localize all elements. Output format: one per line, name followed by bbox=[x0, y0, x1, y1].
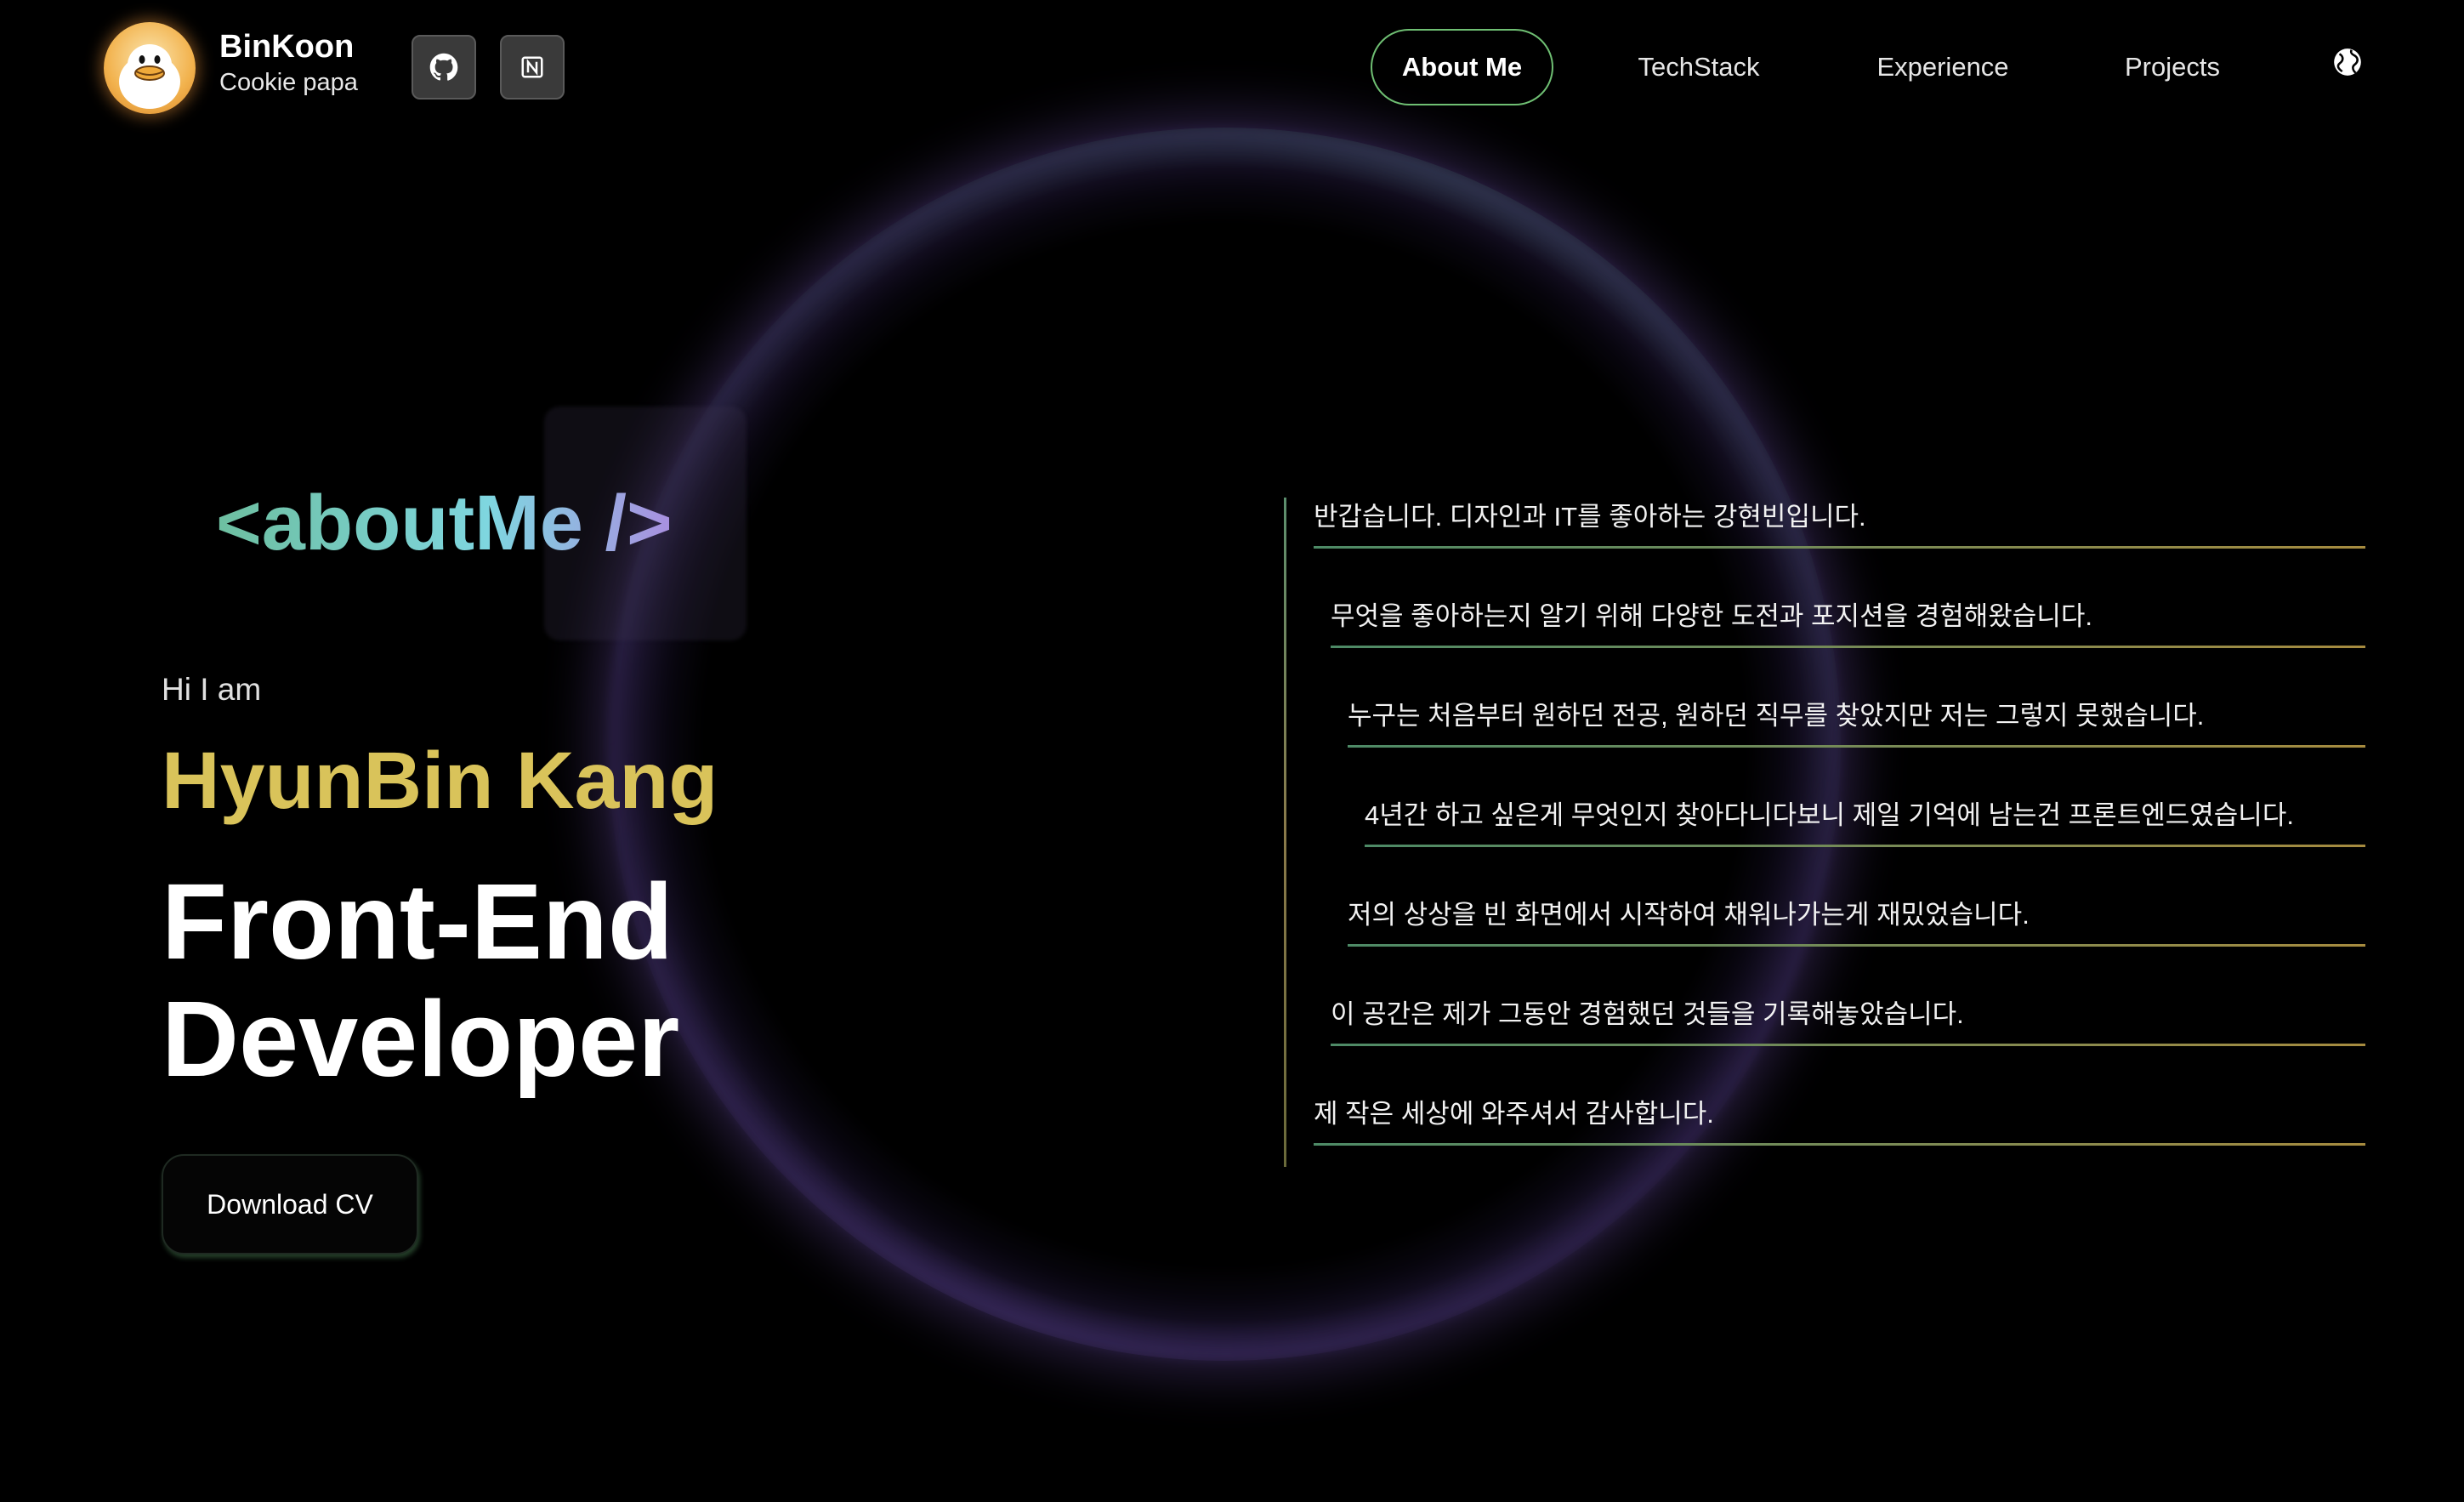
intro-line: 4년간 하고 싶은게 무엇인지 찾아다니다보니 제일 기억에 남는건 프론트엔드… bbox=[1365, 800, 2294, 830]
intro-underline bbox=[1314, 546, 2365, 549]
role-line-1: Front-End bbox=[162, 862, 673, 981]
intro-underline bbox=[1348, 745, 2365, 748]
notion-link-button[interactable] bbox=[500, 35, 565, 100]
nav-projects[interactable]: Projects bbox=[2096, 29, 2249, 105]
globe-icon bbox=[2334, 48, 2361, 76]
intro-line: 반갑습니다. 디자인과 IT를 좋아하는 강현빈입니다. bbox=[1314, 502, 1866, 532]
download-cv-button[interactable]: Download CV bbox=[162, 1154, 418, 1255]
intro-underline bbox=[1314, 1143, 2365, 1146]
about-me-tag-title: <aboutMe /> bbox=[216, 476, 673, 570]
notion-icon bbox=[521, 56, 543, 78]
github-icon bbox=[429, 53, 458, 81]
developer-name: HyunBin Kang bbox=[162, 736, 718, 826]
glow-ring-accent bbox=[608, 128, 1841, 1361]
intro-underline bbox=[1331, 646, 2365, 648]
logo-duck-avatar[interactable] bbox=[104, 22, 196, 114]
duck-icon bbox=[119, 44, 180, 109]
intro-line: 제 작은 세상에 와주셔서 감사합니다. bbox=[1314, 1099, 1714, 1129]
intro-vertical-divider bbox=[1284, 498, 1286, 1167]
page: BinKoon Cookie papa About Me TechStack E… bbox=[0, 0, 2464, 1502]
nav-about-me[interactable]: About Me bbox=[1371, 29, 1553, 105]
intro-line: 이 공간은 제가 그동안 경험했던 것들을 기록해놓았습니다. bbox=[1331, 999, 1964, 1029]
intro-line: 저의 상상을 빈 화면에서 시작하여 채워나가는게 재밌었습니다. bbox=[1348, 900, 2030, 930]
github-link-button[interactable] bbox=[412, 35, 476, 100]
intro-underline bbox=[1331, 1044, 2365, 1046]
top-navigation-bar: BinKoon Cookie papa About Me TechStack E… bbox=[0, 0, 2464, 136]
nav-techstack[interactable]: TechStack bbox=[1615, 29, 1782, 105]
role-title: Front-End Developer bbox=[162, 863, 679, 1098]
intro-line: 누구는 처음부터 원하던 전공, 원하던 직무를 찾았지만 저는 그렇지 못했습… bbox=[1348, 701, 2205, 731]
greeting-text: Hi I am bbox=[162, 672, 262, 707]
brand-name: BinKoon bbox=[219, 29, 355, 65]
language-toggle-button[interactable] bbox=[2331, 46, 2364, 78]
brand: BinKoon Cookie papa bbox=[219, 27, 358, 99]
nav-experience[interactable]: Experience bbox=[1854, 29, 2032, 105]
role-line-2: Developer bbox=[162, 979, 680, 1099]
brand-subtitle: Cookie papa bbox=[219, 69, 358, 96]
intro-underline bbox=[1365, 845, 2365, 847]
intro-line: 무엇을 좋아하는지 알기 위해 다양한 도전과 포지션을 경험해왔습니다. bbox=[1331, 601, 2092, 631]
intro-underline bbox=[1348, 944, 2365, 947]
